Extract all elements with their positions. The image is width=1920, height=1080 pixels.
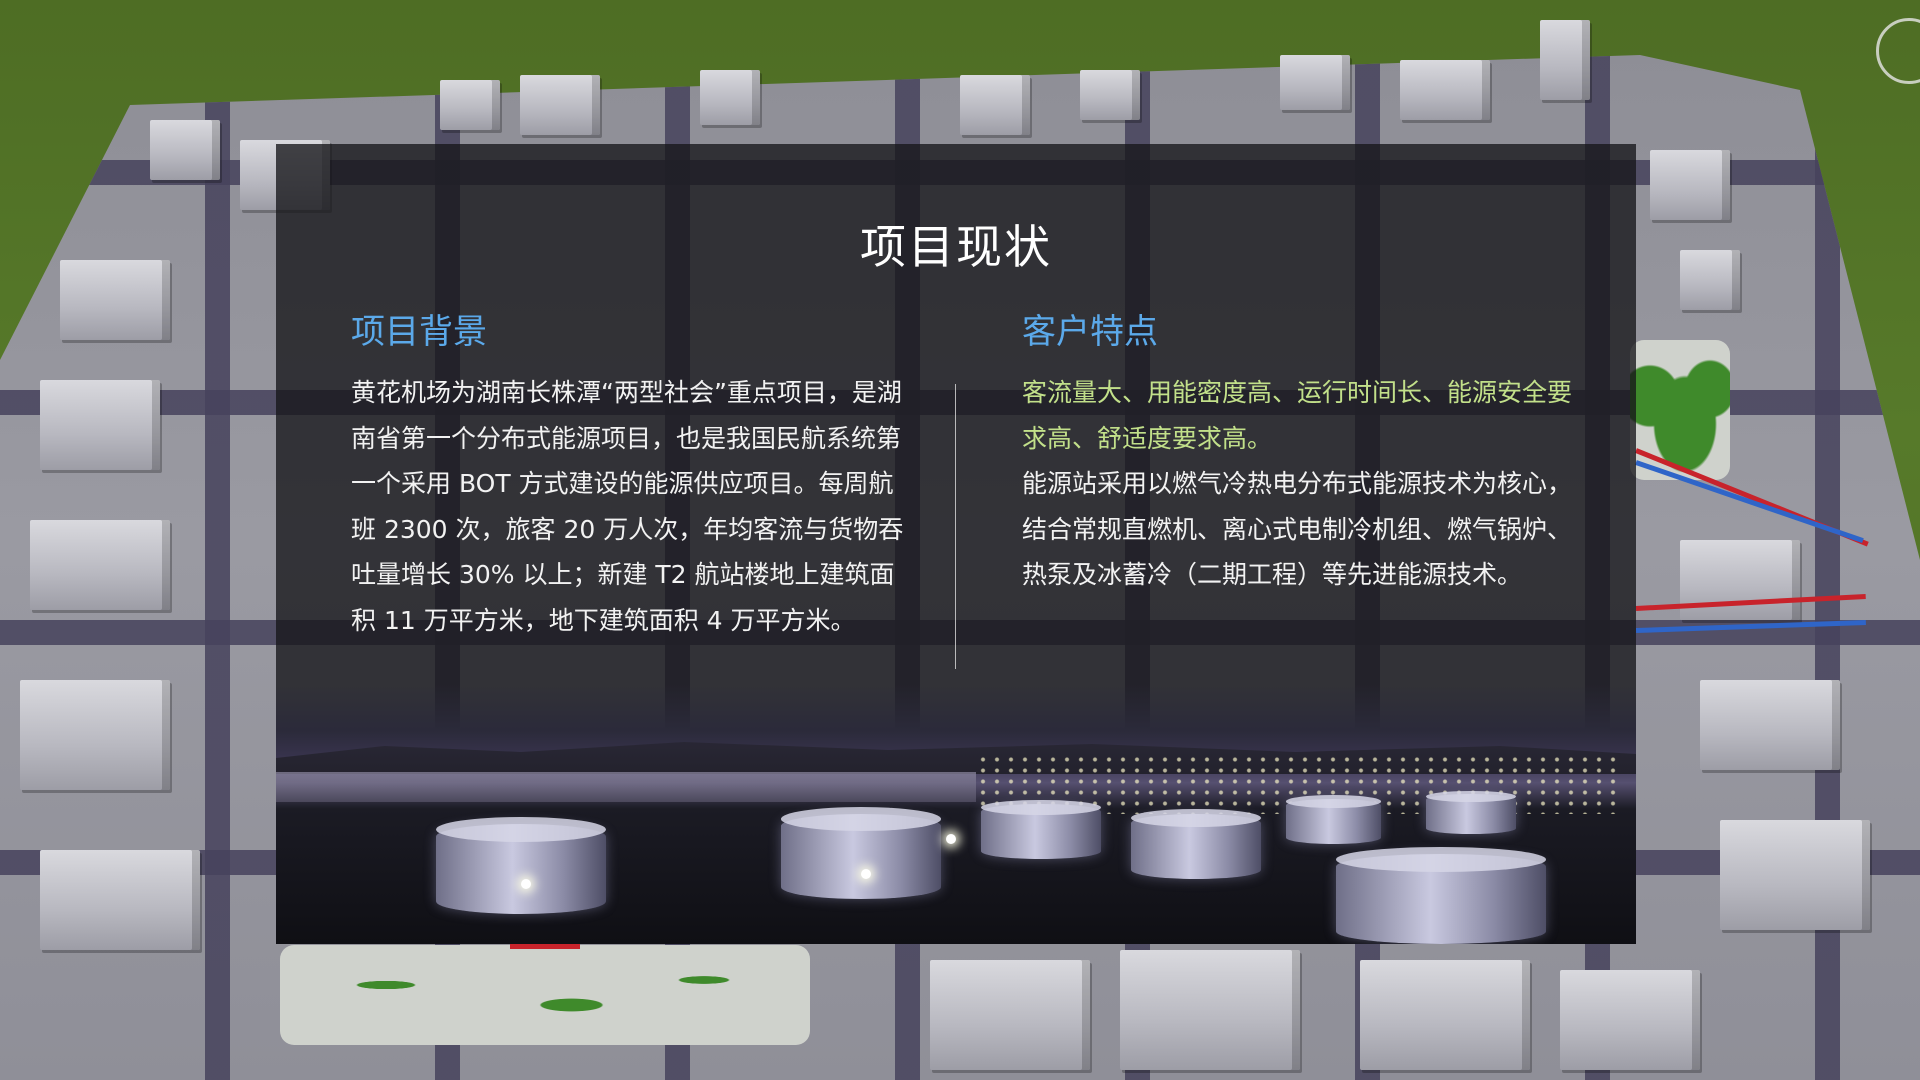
- building: [520, 75, 600, 135]
- building: [1720, 820, 1870, 930]
- building: [700, 70, 760, 125]
- building: [40, 380, 160, 470]
- building: [1400, 60, 1490, 120]
- building: [1560, 970, 1700, 1070]
- building: [30, 520, 170, 610]
- building: [60, 260, 170, 340]
- page-title: 项目现状: [860, 219, 1052, 274]
- building: [1120, 950, 1300, 1070]
- building: [20, 680, 170, 790]
- customer-body-text: 能源站采用以燃气冷热电分布式能源技术为核心，结合常规直燃机、离心式电制冷机组、燃…: [1022, 469, 1573, 589]
- storage-tank: [1286, 795, 1381, 844]
- column-divider: [955, 384, 956, 669]
- building: [1540, 20, 1590, 100]
- building: [440, 80, 500, 130]
- storage-tank: [781, 807, 941, 899]
- section-heading-background: 项目背景: [351, 312, 487, 352]
- photo-water: [276, 772, 976, 802]
- tank-light: [861, 869, 871, 879]
- building: [960, 75, 1030, 135]
- building: [1280, 55, 1350, 110]
- customer-paragraph: 客流量大、用能密度高、运行时间长、能源安全要求高、舒适度要求高。能源站采用以燃气…: [1022, 370, 1577, 598]
- oil-tank-night-photo: [276, 684, 1636, 944]
- building: [1700, 680, 1840, 770]
- storage-tank: [1131, 808, 1261, 879]
- section-heading-customer: 客户特点: [1022, 312, 1158, 352]
- info-panel: 项目现状 项目背景 黄花机场为湖南长株潭“两型社会”重点项目，是湖南省第一个分布…: [276, 144, 1636, 944]
- tank-light: [521, 879, 531, 889]
- storage-tank: [1426, 790, 1516, 834]
- background-paragraph: 黄花机场为湖南长株潭“两型社会”重点项目，是湖南省第一个分布式能源项目，也是我国…: [351, 378, 904, 635]
- building: [1080, 70, 1140, 120]
- building: [150, 120, 220, 180]
- storage-tank: [436, 816, 606, 914]
- building: [1360, 960, 1530, 1070]
- building: [1680, 540, 1800, 620]
- park: [1630, 340, 1730, 480]
- customer-highlight-text: 客流量大、用能密度高、运行时间长、能源安全要求高、舒适度要求高。: [1022, 378, 1573, 453]
- storage-tank: [1336, 846, 1546, 944]
- building: [1650, 150, 1730, 220]
- building: [1680, 250, 1740, 310]
- building: [930, 960, 1090, 1070]
- storage-tank: [981, 799, 1101, 859]
- tank-light: [946, 834, 956, 844]
- pipeline-red: [510, 944, 580, 949]
- building: [40, 850, 200, 950]
- park: [280, 945, 810, 1045]
